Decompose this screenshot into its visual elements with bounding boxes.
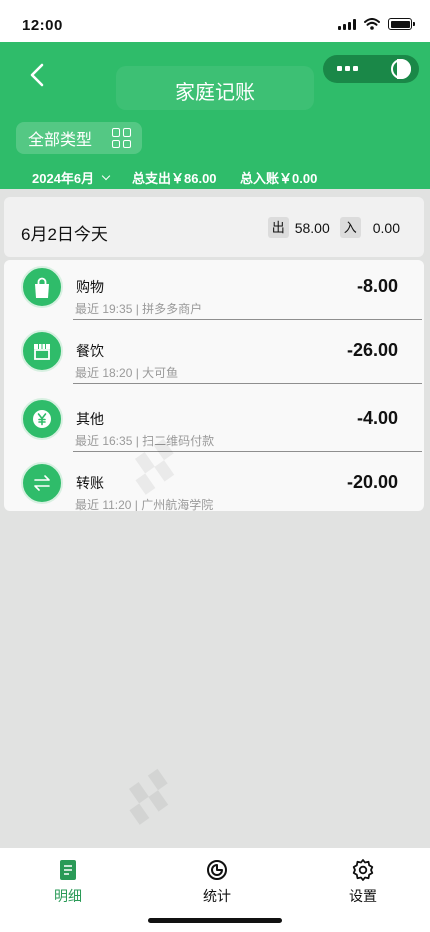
day-label: 6月2日今天 (21, 225, 108, 244)
transaction-meta: 最近 16:35 | 扫二维码付款 (75, 434, 215, 448)
stats-icon (207, 860, 227, 880)
status-time: 12:00 (22, 17, 63, 34)
row-divider (73, 383, 422, 384)
transaction-amount: -8.00 (356, 276, 398, 296)
transaction-category: 其他 (76, 411, 104, 427)
row-divider (73, 451, 422, 452)
status-bar: 12:00 (0, 0, 430, 42)
type-filter-label: 全部类型 (28, 132, 93, 149)
tab-bar: 明细 统计 设置 (0, 848, 430, 910)
month-selector[interactable]: 2024年6月 (32, 168, 111, 187)
wifi-icon (364, 18, 380, 30)
row-divider (73, 319, 422, 320)
tab-label: 统计 (203, 888, 231, 904)
transaction-row[interactable]: 其他 最近 16:35 | 扫二维码付款 -4.00 (4, 394, 424, 458)
day-summary-card: 6月2日今天 出 58.00 入 0.00 (4, 197, 424, 257)
type-filter-button[interactable]: 全部类型 (16, 122, 142, 154)
transaction-meta: 最近 11:20 | 广州航海学院 (75, 498, 214, 511)
transaction-category: 转账 (76, 475, 104, 491)
total-income: 总入账￥0.00 (240, 171, 318, 186)
home-indicator[interactable] (148, 918, 282, 923)
transaction-amount: -4.00 (356, 408, 398, 428)
storefront-icon (34, 344, 50, 360)
transaction-row[interactable]: 餐饮 最近 18:20 | 大可鱼 -26.00 (4, 326, 424, 390)
summary-bar: 2024年6月 总支出￥86.00 总入账￥0.00 (0, 166, 430, 188)
tab-label: 明细 (54, 888, 82, 904)
transfer-icon (34, 475, 50, 491)
tab-details[interactable]: 明细 (28, 858, 108, 906)
shopping-bag-icon (35, 277, 49, 298)
tab-label: 设置 (349, 888, 377, 904)
gear-icon (352, 859, 374, 881)
category-icon-badge (21, 462, 63, 504)
watermark-logo: ▞▞ (120, 770, 178, 825)
transaction-category: 购物 (76, 279, 104, 295)
category-icon-badge (21, 398, 63, 440)
total-expense: 总支出￥86.00 (132, 171, 217, 186)
category-icon-badge (21, 330, 63, 372)
battery-icon (388, 18, 415, 30)
month-label: 2024年6月 (32, 171, 95, 186)
header: 家庭记账 全部类型 2024年6月 总支出￥86.00 总入账￥0.00 (0, 42, 430, 189)
more-icon[interactable] (337, 66, 358, 71)
income-tag: 入 (339, 217, 361, 238)
day-stats: 出 58.00 入 0.00 (267, 217, 400, 238)
transaction-amount: -20.00 (346, 472, 398, 492)
category-icon-badge (21, 266, 63, 308)
yuan-coin-icon (33, 410, 51, 428)
tab-stats[interactable]: 统计 (177, 858, 257, 906)
transaction-list: 购物 最近 19:35 | 拼多多商户 -8.00 餐饮 最近 18:20 | … (4, 260, 424, 511)
status-icons (338, 18, 415, 30)
chevron-down-icon (101, 171, 111, 180)
day-expense-value: 58.00 (294, 219, 330, 236)
transaction-row[interactable]: 转账 最近 11:20 | 广州航海学院 -20.00 (4, 458, 424, 511)
expense-tag: 出 (267, 217, 289, 238)
grid-icon (112, 128, 132, 148)
transaction-amount: -26.00 (346, 340, 398, 360)
transaction-category: 餐饮 (76, 343, 104, 359)
day-income-value: 0.00 (372, 219, 400, 236)
mini-program-capsule[interactable] (323, 55, 419, 83)
tab-settings[interactable]: 设置 (323, 858, 403, 906)
close-mini-program-icon[interactable] (391, 59, 411, 79)
ledger-icon (60, 860, 76, 880)
home-indicator-area (0, 910, 430, 932)
transaction-row[interactable]: 购物 最近 19:35 | 拼多多商户 -8.00 (4, 262, 424, 326)
signal-icon (338, 18, 356, 30)
transaction-meta: 最近 18:20 | 大可鱼 (75, 366, 179, 380)
transaction-meta: 最近 19:35 | 拼多多商户 (75, 302, 203, 316)
